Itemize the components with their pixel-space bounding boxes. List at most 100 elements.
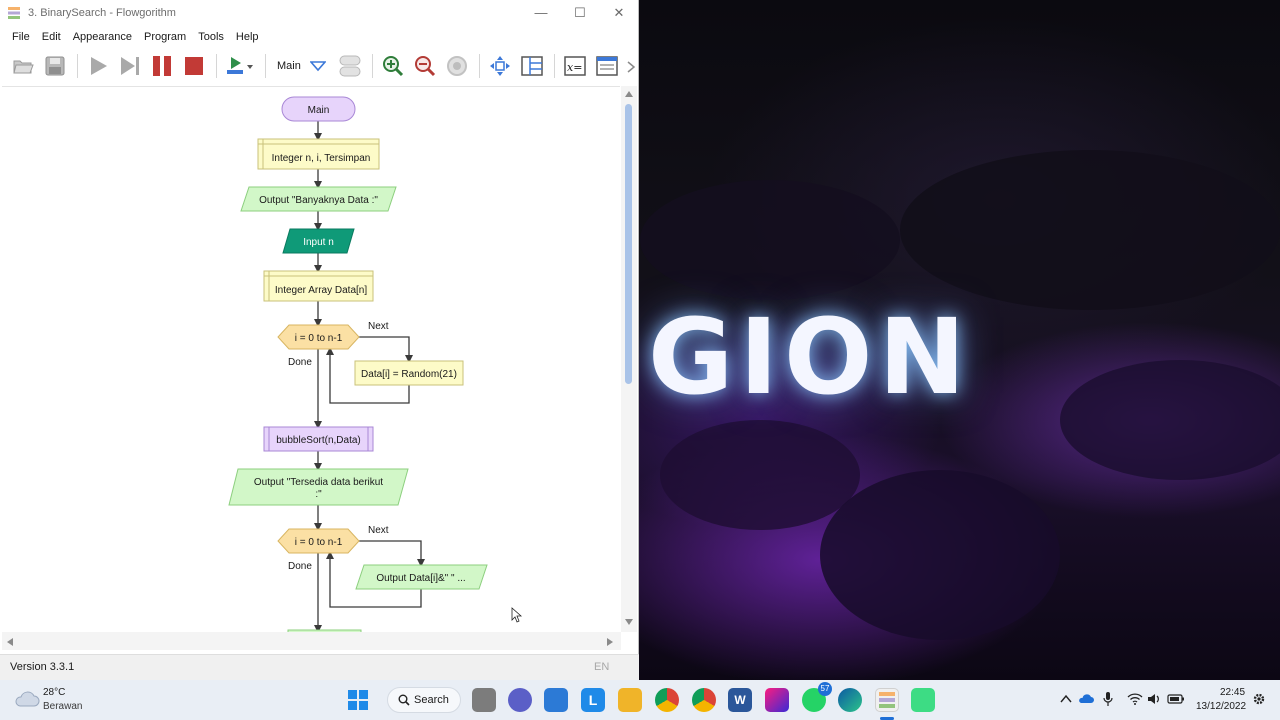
start-button[interactable] <box>346 688 370 712</box>
menu-bar: File Edit Appearance Program Tools Help <box>0 26 638 48</box>
close-button[interactable]: ✕ <box>608 4 630 22</box>
svg-text:x=: x= <box>567 61 582 74</box>
variable-watch-button[interactable]: x= <box>560 51 590 81</box>
play-icon <box>91 57 107 75</box>
gear-icon[interactable] <box>1252 692 1266 706</box>
zoom-reset-button[interactable] <box>442 51 472 81</box>
whatsapp-icon[interactable]: 57 <box>802 682 832 712</box>
scroll-left-icon[interactable] <box>6 637 14 647</box>
app-l-icon[interactable]: L <box>581 688 605 712</box>
target-icon <box>446 56 467 76</box>
clock-date[interactable]: 13/12/2022 <box>1196 701 1246 712</box>
function-stack-icon <box>339 55 361 77</box>
minimize-button[interactable]: — <box>530 4 552 22</box>
menu-file[interactable]: File <box>6 26 36 48</box>
input-1-label: Input n <box>303 237 334 248</box>
battery-icon[interactable] <box>1167 694 1185 704</box>
run-speed-button[interactable] <box>222 51 258 81</box>
loop-2-next-label: Next <box>368 525 389 536</box>
variable-x-icon: x= <box>564 56 586 76</box>
wallpaper-rock <box>1060 360 1280 480</box>
menu-edit[interactable]: Edit <box>36 26 67 48</box>
windows-logo-icon <box>348 690 368 710</box>
function-manager-button[interactable] <box>335 51 365 81</box>
toolbar-separator <box>478 54 480 78</box>
menu-tools[interactable]: Tools <box>192 26 230 48</box>
onedrive-cloud-icon[interactable] <box>1078 692 1094 704</box>
toolbar-separator <box>553 54 555 78</box>
chevron-up-icon[interactable] <box>1060 694 1072 704</box>
maximize-button[interactable]: ☐ <box>569 4 591 22</box>
language-label: EN <box>594 661 610 673</box>
wifi-icon[interactable] <box>1127 693 1143 705</box>
start-label: Main <box>308 105 330 116</box>
zoom-out-icon <box>414 56 435 77</box>
horizontal-scrollbar[interactable] <box>2 632 621 650</box>
weather-temperature: 28°C <box>43 687 66 698</box>
speaker-volume-icon[interactable] <box>1147 693 1161 705</box>
teams-chat-icon[interactable] <box>508 688 532 712</box>
flowchart-diagram: Main Integer n, i, Tersimpan Output "Ban… <box>228 96 523 633</box>
loop-1-next-label: Next <box>368 321 389 332</box>
flowgorithm-app-icon <box>879 692 895 708</box>
microsoft-store-icon[interactable] <box>544 688 568 712</box>
declare-1-label: Integer n, i, Tersimpan <box>272 153 371 164</box>
assign-1-label: Data[i] = Random(21) <box>361 369 457 380</box>
android-studio-icon[interactable] <box>911 688 935 712</box>
flowgorithm-taskbar-icon[interactable] <box>875 688 899 712</box>
wallpaper-logo-text: GION <box>648 296 972 418</box>
vertical-scrollbar[interactable] <box>621 86 637 632</box>
file-explorer-icon[interactable] <box>618 688 642 712</box>
function-dropdown-button[interactable] <box>303 51 333 81</box>
version-label: Version 3.3.1 <box>10 661 75 673</box>
save-disk-icon <box>45 56 65 76</box>
zoom-in-button[interactable] <box>378 51 408 81</box>
output-2-label-line2: :" <box>315 489 322 500</box>
clock-time[interactable]: 22:45 <box>1220 687 1245 698</box>
zoom-out-button[interactable] <box>410 51 440 81</box>
layout-button[interactable] <box>517 51 547 81</box>
task-view-icon[interactable] <box>472 688 496 712</box>
microphone-icon[interactable] <box>1103 691 1113 707</box>
run-button[interactable] <box>83 51 113 81</box>
chevron-down-icon <box>309 61 326 72</box>
step-button[interactable] <box>115 51 145 81</box>
open-button[interactable] <box>8 51 38 81</box>
loop-2-done-label: Done <box>288 561 312 572</box>
stop-button[interactable] <box>179 51 209 81</box>
flowgorithm-window: 3. BinarySearch - Flowgorithm — ☐ ✕ File… <box>0 0 639 680</box>
function-selector-label[interactable]: Main <box>277 60 301 72</box>
intellij-icon[interactable] <box>765 688 789 712</box>
menu-appearance[interactable]: Appearance <box>67 26 138 48</box>
word-icon[interactable]: W <box>728 688 752 712</box>
flowchart-canvas[interactable]: Main Integer n, i, Tersimpan Output "Ban… <box>2 86 620 633</box>
fit-view-button[interactable] <box>485 51 515 81</box>
move-arrows-icon <box>489 56 510 76</box>
chrome-icon[interactable] <box>655 688 679 712</box>
loop-1-label: i = 0 to n-1 <box>295 333 343 344</box>
console-window-icon <box>596 56 618 76</box>
wallpaper-rock <box>900 150 1280 310</box>
menu-help[interactable]: Help <box>230 26 265 48</box>
pause-icon <box>153 56 171 76</box>
mouse-cursor-icon <box>511 607 523 623</box>
menu-program[interactable]: Program <box>138 26 192 48</box>
taskbar-search-box[interactable]: Search <box>387 687 461 713</box>
vertical-scrollbar-thumb[interactable] <box>625 104 632 384</box>
whatsapp-notification-badge: 57 <box>818 682 832 696</box>
pause-button[interactable] <box>147 51 177 81</box>
save-button[interactable] <box>40 51 70 81</box>
scroll-up-icon[interactable] <box>624 90 634 98</box>
output-3-label: Output Data[i]&" " ... <box>376 573 465 584</box>
toolbar-overflow-button[interactable] <box>626 60 636 78</box>
cloud-weather-icon[interactable] <box>14 689 40 709</box>
scroll-down-icon[interactable] <box>624 618 634 626</box>
console-button[interactable] <box>592 51 622 81</box>
scroll-right-icon[interactable] <box>606 637 614 647</box>
toolbar: Main x= <box>0 48 638 84</box>
run-speed-icon <box>227 57 253 74</box>
chrome-profile-icon[interactable] <box>692 688 716 712</box>
search-icon <box>398 694 410 706</box>
edge-icon[interactable] <box>838 688 862 712</box>
toolbar-separator <box>265 54 266 78</box>
